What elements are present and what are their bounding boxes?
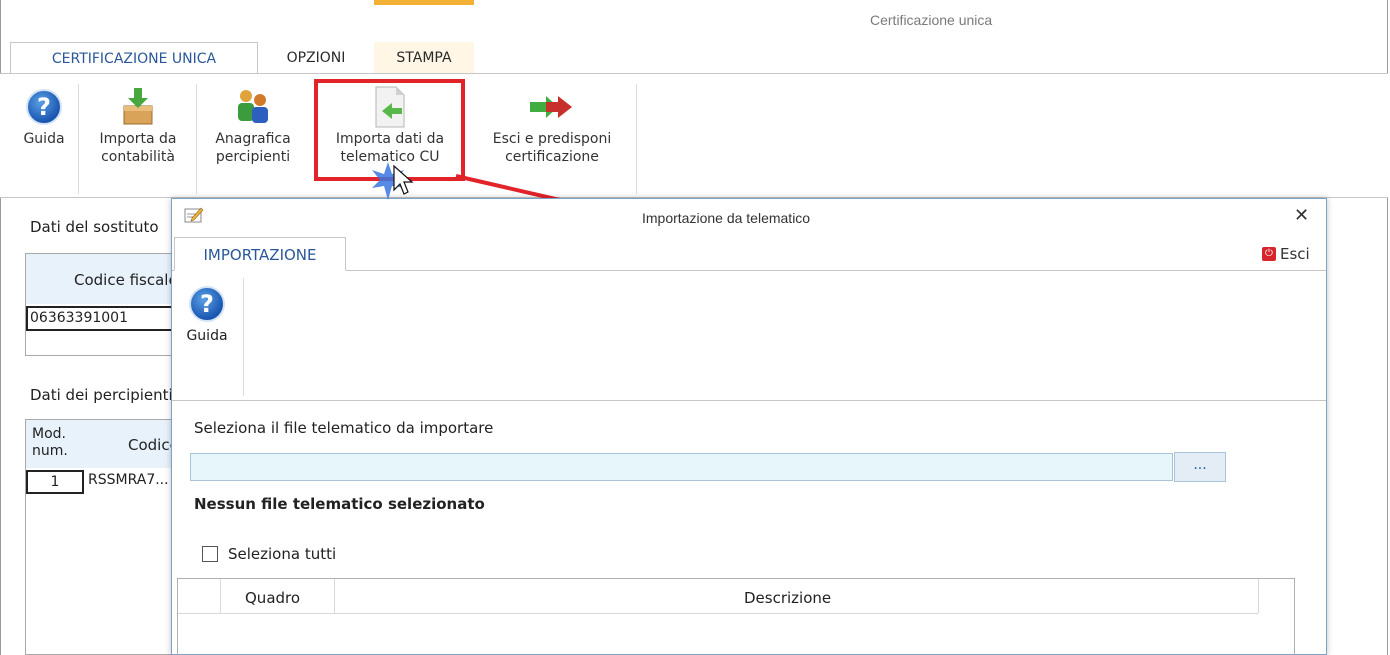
grid-header-quadro[interactable]: Quadro	[245, 589, 300, 607]
select-all-label[interactable]: Seleziona tutti	[228, 545, 336, 563]
file-path-input[interactable]	[190, 453, 1173, 481]
select-all-checkbox[interactable]	[202, 546, 218, 562]
tab-certificazione-unica[interactable]: CERTIFICAZIONE UNICA	[10, 42, 258, 74]
importa-contabilita-label-2: contabilità	[101, 149, 175, 165]
dialog-guida-button[interactable]: ? Guida	[182, 286, 232, 344]
esci-predisponi-label-1: Esci e predisponi	[492, 131, 612, 147]
exit-icon: ⏻	[1262, 247, 1276, 261]
anagrafica-label-2: percipienti	[215, 149, 291, 165]
click-burst-icon	[372, 162, 414, 200]
codice-fiscale-header: Codice fiscale	[74, 271, 178, 289]
row-mod-num-cell[interactable]: 1	[26, 470, 84, 494]
help-icon: ?	[189, 286, 225, 322]
row-codice-cell[interactable]: RSSMRA7...	[88, 472, 169, 488]
import-box-icon	[123, 88, 153, 125]
grid-column-divider	[220, 579, 221, 613]
browse-button[interactable]: ...	[1174, 452, 1226, 482]
ribbon-separator	[196, 84, 197, 194]
dialog-ribbon-divider	[172, 400, 1326, 401]
grid-column-divider	[1258, 579, 1259, 613]
dialog-ribbon-separator	[243, 278, 244, 396]
guida-label: Guida	[23, 131, 65, 147]
anagrafica-label-1: Anagrafica	[215, 131, 291, 147]
tab-opzioni[interactable]: OPZIONI	[268, 42, 364, 74]
grid-header-divider	[178, 613, 1258, 614]
importa-contabilita-label-1: Importa da	[99, 131, 177, 147]
grid-header-descrizione[interactable]: Descrizione	[744, 589, 831, 607]
sostituto-label: Dati del sostituto	[30, 218, 159, 236]
people-icon	[238, 90, 268, 123]
percipienti-label: Dati dei percipienti	[30, 386, 173, 404]
mouse-cursor-icon	[393, 164, 414, 195]
quadri-grid	[177, 578, 1295, 655]
select-file-prompt: Seleziona il file telematico da importar…	[194, 419, 494, 437]
arrows-icon	[530, 96, 572, 118]
guida-button[interactable]: ? Guida	[14, 84, 74, 148]
mod-num-header-line2: num.	[32, 443, 68, 459]
mod-num-header: Mod. num.	[32, 426, 68, 460]
edit-icon	[184, 207, 204, 223]
esci-predisponi-label-2: certificazione	[505, 149, 599, 165]
dialog-guida-label: Guida	[186, 328, 228, 344]
esci-label: Esci	[1280, 245, 1310, 263]
tab-importazione[interactable]: IMPORTAZIONE	[174, 237, 346, 271]
ribbon-separator	[78, 84, 79, 194]
close-icon[interactable]: ✕	[1294, 205, 1309, 226]
esci-button[interactable]: ⏻ Esci	[1262, 245, 1310, 263]
stampa-tab-accent	[374, 0, 474, 5]
file-status-text: Nessun file telematico selezionato	[194, 495, 485, 513]
esci-predisponi-button[interactable]: Esci e predisponi certificazione	[474, 84, 630, 166]
dialog-title: Importazione da telematico	[642, 210, 811, 226]
tab-stampa[interactable]: STAMPA	[374, 42, 474, 74]
anagrafica-percipienti-button[interactable]: Anagrafica percipienti	[202, 84, 304, 166]
help-icon: ?	[26, 89, 62, 125]
grid-column-divider	[334, 579, 335, 613]
codice-fiscale-cell[interactable]: 06363391001	[26, 306, 176, 331]
window-title: Certificazione unica	[870, 12, 993, 28]
mod-num-header-line1: Mod.	[32, 426, 66, 442]
importa-contabilita-button[interactable]: Importa da contabilità	[84, 84, 192, 166]
